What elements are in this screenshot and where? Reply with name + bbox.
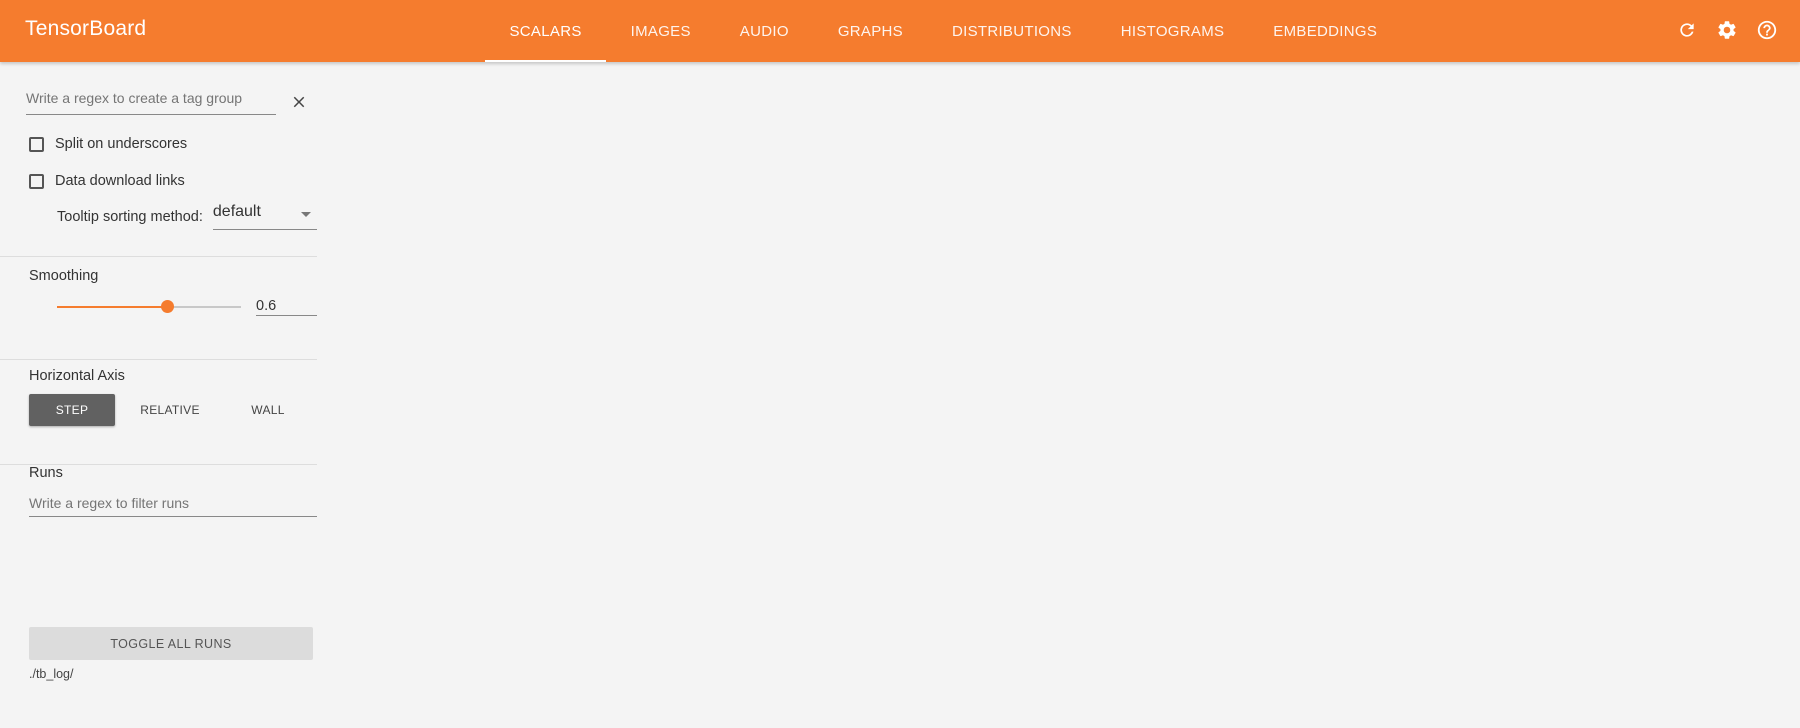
refresh-icon[interactable] [1674,17,1700,43]
tooltip-sorting-row: Tooltip sorting method: default [57,203,317,230]
split-underscores-label: Split on underscores [55,136,188,152]
data-download-option[interactable]: Data download links [29,173,185,189]
tab-images[interactable]: IMAGES [606,0,715,62]
runs-title: Runs [29,465,63,481]
toggle-all-runs-button[interactable]: TOGGLE ALL RUNS [29,627,313,660]
axis-wall-button[interactable]: WALL [225,394,311,426]
smoothing-slider-fill [57,306,168,308]
dropdown-arrow-icon [300,212,311,217]
split-underscores-option[interactable]: Split on underscores [29,136,187,152]
tooltip-sorting-label: Tooltip sorting method: [57,208,203,225]
close-icon[interactable] [290,93,308,111]
tooltip-sorting-value: default [212,203,261,220]
split-underscores-checkbox[interactable] [29,136,44,152]
tooltip-sorting-select[interactable]: default [212,203,317,230]
tab-graphs[interactable]: GRAPHS [813,0,927,62]
smoothing-title: Smoothing [29,268,99,284]
runs-filter-field[interactable] [29,492,317,517]
data-download-checkbox[interactable] [29,173,44,189]
log-directory: ./tb_log/ [29,667,74,681]
smoothing-value-input[interactable]: 0.6 [256,290,317,316]
tag-regex-input[interactable] [26,88,276,106]
main-content-area [317,62,1800,726]
data-download-label: Data download links [55,173,185,189]
axis-step-button[interactable]: STEP [29,394,115,426]
nav-tabs: SCALARS IMAGES AUDIO GRAPHS DISTRIBUTION… [485,0,1402,62]
tab-embeddings[interactable]: EMBEDDINGS [1249,0,1402,62]
top-app-bar: TensorBoard SCALARS IMAGES AUDIO GRAPHS … [0,0,1800,62]
tag-regex-field[interactable] [26,88,276,115]
settings-icon[interactable] [1714,17,1740,43]
axis-relative-button[interactable]: RELATIVE [127,394,213,426]
tab-histograms[interactable]: HISTOGRAMS [1096,0,1249,62]
app-title: TensorBoard [25,17,147,40]
toolbar-icons [1674,17,1780,43]
help-icon[interactable] [1754,17,1780,43]
horizontal-axis-title: Horizontal Axis [29,368,125,384]
tab-scalars[interactable]: SCALARS [485,0,607,62]
tab-distributions[interactable]: DISTRIBUTIONS [927,0,1096,62]
tab-audio[interactable]: AUDIO [715,0,813,62]
runs-filter-input[interactable] [29,492,317,511]
horizontal-axis-buttons: STEP RELATIVE WALL [29,394,311,426]
